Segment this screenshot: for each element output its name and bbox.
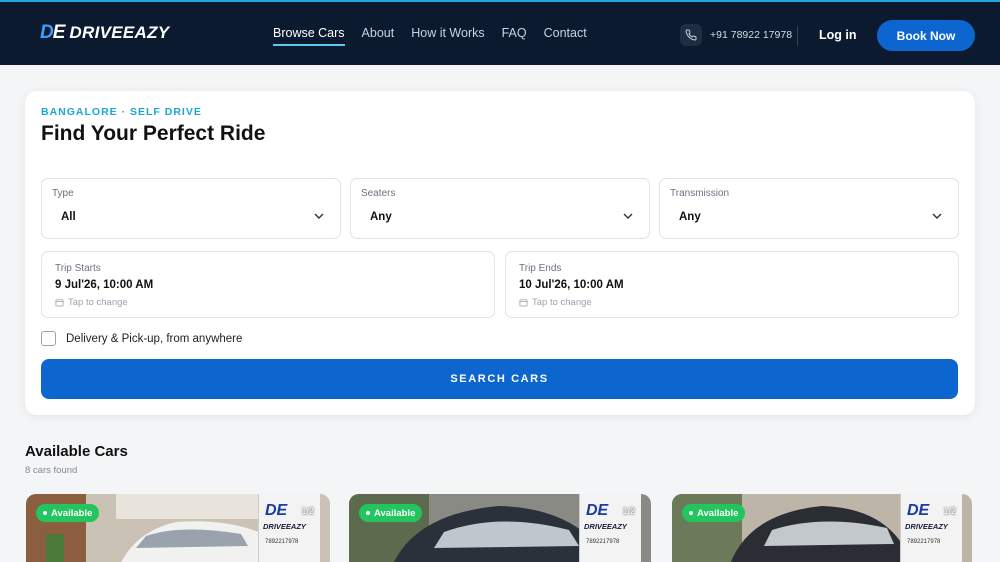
status-dot-icon bbox=[689, 511, 693, 515]
nav-about[interactable]: About bbox=[362, 26, 395, 46]
logo-mark-icon: DE bbox=[40, 22, 65, 43]
banner-phone: 7892217978 bbox=[586, 539, 620, 545]
nav-browse-cars[interactable]: Browse Cars bbox=[273, 26, 345, 46]
phone-number: +91 78922 17978 bbox=[710, 29, 793, 41]
trip-end-picker[interactable]: Trip Ends 10 Jul'26, 10:00 AM Tap to cha… bbox=[505, 251, 959, 318]
image-counter: 1/2 bbox=[943, 506, 956, 516]
trip-start-hint: Tap to change bbox=[55, 297, 128, 308]
main-nav: Browse Cars About How it Works FAQ Conta… bbox=[273, 26, 587, 46]
trip-end-label: Trip Ends bbox=[519, 263, 562, 274]
banner-name: DRIVEEAZY bbox=[263, 522, 306, 531]
nav-faq[interactable]: FAQ bbox=[502, 26, 527, 46]
header-divider bbox=[797, 26, 798, 46]
dealer-banner: DE DRIVEEAZY 7892217978 bbox=[900, 494, 962, 562]
calendar-icon bbox=[55, 299, 64, 307]
status-badge: Available bbox=[682, 504, 746, 522]
top-navbar: DE DRIVEEAZY Browse Cars About How it Wo… bbox=[0, 0, 1000, 65]
banner-name: DRIVEEAZY bbox=[584, 522, 627, 531]
phone-icon bbox=[680, 24, 702, 46]
status-badge: Available bbox=[359, 504, 423, 522]
trip-start-value: 9 Jul'26, 10:00 AM bbox=[55, 279, 154, 291]
car-card[interactable]: DE DRIVEEAZY 7892217978 Available 1/2 bbox=[672, 494, 972, 562]
dealer-banner: DE DRIVEEAZY 7892217978 bbox=[579, 494, 641, 562]
results-count: 8 cars found bbox=[25, 465, 78, 476]
image-counter: 1/2 bbox=[622, 506, 635, 516]
banner-logo: DE bbox=[586, 502, 609, 519]
banner-phone: 7892217978 bbox=[907, 539, 941, 545]
nav-how-it-works[interactable]: How it Works bbox=[411, 26, 484, 46]
transmission-label: Transmission bbox=[670, 188, 730, 199]
book-now-button[interactable]: Book Now bbox=[877, 20, 975, 51]
results-title: Available Cars bbox=[25, 443, 128, 460]
car-card[interactable]: DE DRIVEEAZY 7892217978 Available 1/2 bbox=[26, 494, 330, 562]
delivery-option[interactable]: Delivery & Pick-up, from anywhere bbox=[41, 331, 242, 346]
seaters-value: Any bbox=[370, 211, 392, 223]
type-value: All bbox=[61, 211, 76, 223]
calendar-icon bbox=[519, 299, 528, 307]
banner-logo: DE bbox=[907, 502, 930, 519]
type-select[interactable]: Type All bbox=[41, 178, 341, 239]
delivery-checkbox[interactable] bbox=[41, 331, 56, 346]
nav-contact[interactable]: Contact bbox=[544, 26, 587, 46]
search-cars-button[interactable]: SEARCH CARS bbox=[41, 359, 958, 399]
transmission-select[interactable]: Transmission Any bbox=[659, 178, 959, 239]
image-counter: 1/2 bbox=[301, 506, 314, 516]
type-label: Type bbox=[52, 188, 74, 199]
banner-name: DRIVEEAZY bbox=[905, 522, 948, 531]
location-eyebrow: BANGALORE · SELF DRIVE bbox=[41, 106, 202, 118]
trip-start-picker[interactable]: Trip Starts 9 Jul'26, 10:00 AM Tap to ch… bbox=[41, 251, 495, 318]
trip-start-label: Trip Starts bbox=[55, 263, 101, 274]
chevron-down-icon bbox=[932, 213, 942, 219]
brand-logo[interactable]: DE DRIVEEAZY bbox=[40, 22, 169, 44]
banner-logo: DE bbox=[265, 502, 288, 519]
chevron-down-icon bbox=[314, 213, 324, 219]
search-card: BANGALORE · SELF DRIVE Find Your Perfect… bbox=[25, 91, 975, 415]
status-badge: Available bbox=[36, 504, 100, 522]
delivery-label: Delivery & Pick-up, from anywhere bbox=[66, 332, 243, 345]
car-card[interactable]: DE DRIVEEAZY 7892217978 Available 1/2 bbox=[349, 494, 651, 562]
chevron-down-icon bbox=[623, 213, 633, 219]
status-dot-icon bbox=[366, 511, 370, 515]
page-title: Find Your Perfect Ride bbox=[41, 122, 266, 145]
banner-phone: 7892217978 bbox=[265, 539, 299, 545]
seaters-label: Seaters bbox=[361, 188, 396, 199]
logo-text: DRIVEEAZY bbox=[69, 23, 170, 42]
trip-end-hint: Tap to change bbox=[519, 297, 592, 308]
transmission-value: Any bbox=[679, 211, 701, 223]
trip-end-value: 10 Jul'26, 10:00 AM bbox=[519, 279, 624, 291]
phone-contact[interactable]: +91 78922 17978 bbox=[680, 24, 792, 46]
status-dot-icon bbox=[43, 511, 47, 515]
dealer-banner: DE DRIVEEAZY 7892217978 bbox=[258, 494, 320, 562]
seaters-select[interactable]: Seaters Any bbox=[350, 178, 650, 239]
login-button[interactable]: Log in bbox=[819, 28, 857, 42]
